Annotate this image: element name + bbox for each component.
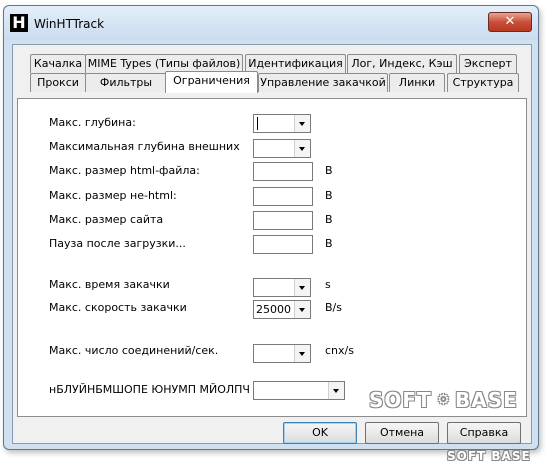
- max-time-unit: s: [325, 278, 331, 291]
- limits-panel: Макс. глубина: Максимальная глубина внеш…: [17, 98, 527, 417]
- max-site-size-input[interactable]: [253, 211, 313, 230]
- max-depth-label: Макс. глубина:: [49, 116, 136, 129]
- close-button[interactable]: ✕: [488, 12, 532, 32]
- max-html-size-input[interactable]: [253, 162, 313, 181]
- max-rate-combo[interactable]: 25000: [253, 300, 311, 319]
- pause-after-label: Пауза после загрузки...: [49, 237, 186, 250]
- tab-filters[interactable]: Фильтры: [85, 73, 167, 92]
- text-caret: [257, 117, 258, 130]
- max-html-size-label: Макс. размер html-файла:: [49, 164, 200, 177]
- title-bar[interactable]: H WinHTTrack ✕: [4, 6, 538, 40]
- footer-watermark: SOFT BASE: [447, 449, 531, 463]
- max-nonhtml-size-unit: B: [325, 189, 333, 202]
- max-nonhtml-size-input[interactable]: [253, 187, 313, 206]
- max-rate-unit: B/s: [325, 301, 342, 314]
- cancel-button[interactable]: Отмена: [365, 422, 439, 444]
- app-icon: H: [10, 14, 28, 32]
- ok-button[interactable]: OK: [283, 422, 357, 444]
- pause-after-input[interactable]: [253, 235, 313, 254]
- max-site-size-unit: B: [325, 213, 333, 226]
- tab-identification[interactable]: Идентификация: [245, 54, 346, 73]
- max-ext-depth-label: Максимальная глубина внешних: [49, 140, 240, 153]
- tab-log-index-cache[interactable]: Лог, Индекс, Кэш: [347, 54, 457, 73]
- max-conn-combo[interactable]: [253, 344, 311, 363]
- max-html-size-unit: B: [325, 164, 333, 177]
- chevron-down-icon[interactable]: [294, 279, 310, 296]
- pause-after-unit: B: [325, 237, 333, 250]
- chevron-down-icon[interactable]: [294, 301, 310, 318]
- watermark-gear-icon: ⚙: [437, 392, 451, 408]
- max-site-size-label: Макс. размер сайта: [49, 213, 164, 226]
- max-conn-unit: cnx/s: [325, 344, 354, 357]
- tab-proxy[interactable]: Прокси: [30, 73, 86, 92]
- max-depth-combo[interactable]: [253, 114, 311, 133]
- chevron-down-icon[interactable]: [294, 345, 310, 362]
- tab-structure[interactable]: Структура: [447, 73, 519, 92]
- max-time-label: Макс. время закачки: [49, 278, 170, 291]
- links-limit-label: нБЛУЙНБМШОПЕ ЮНУМП МЙОЛПЧ: [49, 383, 250, 396]
- tab-kachalka[interactable]: Качалка: [30, 54, 86, 73]
- chevron-down-icon[interactable]: [294, 140, 310, 157]
- window-title: WinHTTrack: [34, 17, 105, 31]
- max-rate-value: 25000: [256, 303, 291, 316]
- chevron-down-icon[interactable]: [294, 115, 310, 132]
- watermark-right: BASE: [455, 388, 518, 412]
- tab-expert[interactable]: Эксперт: [459, 54, 517, 73]
- help-button[interactable]: Справка: [447, 422, 521, 444]
- tab-flow-control[interactable]: Управление закачкой: [258, 73, 388, 92]
- max-nonhtml-size-label: Макс. размер не-html:: [49, 189, 177, 202]
- main-window: H WinHTTrack ✕ Качалка MIME Types (Типы …: [3, 5, 539, 450]
- tab-limits[interactable]: Ограничения: [165, 71, 258, 93]
- dialog-client-area: Качалка MIME Types (Типы файлов) Идентиф…: [12, 44, 532, 444]
- watermark-left: SOFT: [369, 388, 432, 412]
- max-time-combo[interactable]: [253, 278, 311, 297]
- tab-links[interactable]: Линки: [389, 73, 445, 92]
- max-ext-depth-combo[interactable]: [253, 139, 311, 158]
- max-conn-label: Макс. число соединений/сек.: [49, 344, 219, 357]
- links-limit-combo[interactable]: [253, 381, 345, 400]
- max-rate-label: Макс. скорость закачки: [49, 301, 187, 314]
- chevron-down-icon[interactable]: [328, 382, 344, 399]
